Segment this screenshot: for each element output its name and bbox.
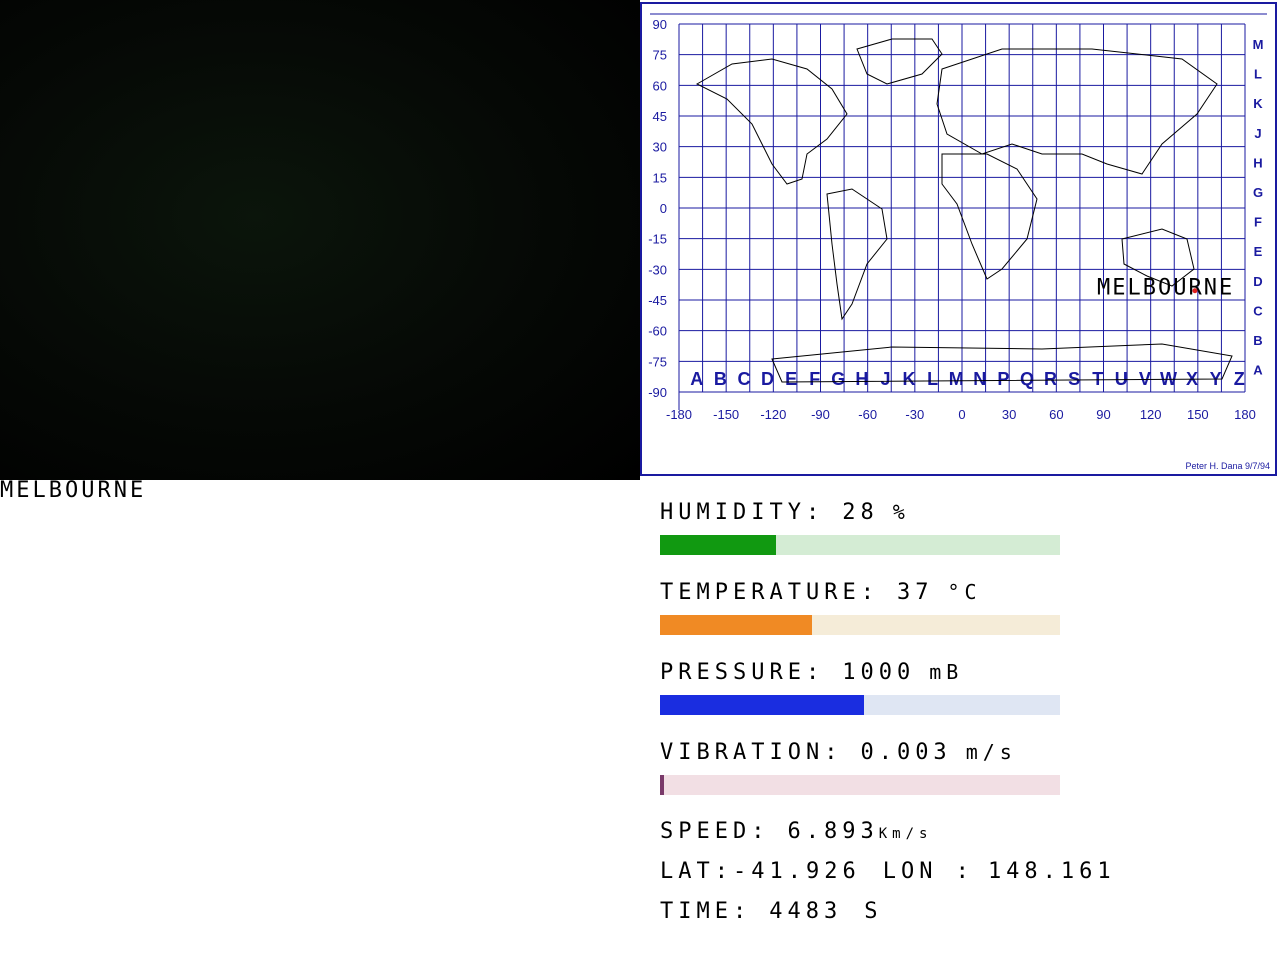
longitude-tick-label: 180: [1234, 407, 1256, 422]
latitude-tick-label: -15: [648, 232, 667, 247]
latitude-tick-label: -45: [648, 293, 667, 308]
row-letter-label: J: [1254, 126, 1261, 141]
marker-label: MELBOURNE: [1097, 276, 1234, 301]
time-unit: S: [864, 899, 883, 924]
pressure-value: 1000: [842, 660, 916, 685]
humidity-value: 28: [842, 500, 879, 525]
latitude-tick-label: -30: [648, 262, 667, 277]
column-letter-label: P: [997, 369, 1009, 389]
row-letter-label: K: [1253, 96, 1263, 111]
humidity-unit: %: [892, 500, 910, 524]
longitude-tick-label: -60: [858, 407, 877, 422]
longitude-tick-label: -120: [760, 407, 786, 422]
latitude-tick-label: 90: [653, 17, 667, 32]
column-letter-label: F: [809, 369, 820, 389]
speed-unit: Km/s: [878, 826, 933, 842]
longitude-tick-label: 120: [1140, 407, 1162, 422]
temperature-value: 37: [896, 580, 934, 605]
row-letter-label: M: [1253, 37, 1264, 52]
latitude-tick-label: -90: [648, 385, 667, 400]
longitude-tick-label: -90: [811, 407, 830, 422]
humidity-readout: HUMIDITY: 28%: [660, 500, 910, 525]
column-letter-label: A: [690, 369, 703, 389]
longitude-tick-label: 90: [1096, 407, 1110, 422]
row-letter-label: B: [1253, 333, 1262, 348]
column-letter-label: U: [1115, 369, 1128, 389]
latitude-tick-label: -60: [648, 324, 667, 339]
column-letter-label: R: [1044, 369, 1057, 389]
vibration-value: 0.003: [860, 740, 952, 765]
column-letter-label: C: [737, 369, 750, 389]
latitude-tick-label: 75: [653, 48, 667, 63]
vibration-unit: m/s: [965, 740, 1017, 764]
longitude-tick-label: -180: [666, 407, 692, 422]
row-letter-label: A: [1253, 363, 1263, 378]
column-letter-label: H: [855, 369, 868, 389]
latitude-tick-label: -75: [648, 354, 667, 369]
temperature-unit: °C: [947, 580, 982, 604]
coordinates-readout: LAT:-41.926 LON :148.161: [660, 859, 1116, 884]
column-letter-label: G: [831, 369, 845, 389]
column-letter-label: T: [1092, 369, 1103, 389]
continent-outline: [941, 153, 1038, 280]
camera-location-label: MELBOURNE: [0, 478, 147, 503]
column-letter-label: D: [761, 369, 774, 389]
longitude-tick-label: 150: [1187, 407, 1209, 422]
map-credit: Peter H. Dana 9/7/94: [1185, 461, 1270, 471]
world-grid-map: 9075604530150-15-30-45-60-75-90-180 -150-…: [648, 13, 1270, 471]
speed-readout: SPEED: 6.893Km/s: [660, 819, 933, 844]
world-map-panel: 90 75 60 45 30 15 0 -15 -30 -45 -60 -75 -90 -180 -150-…: [640, 2, 1277, 476]
row-letter-label: E: [1254, 244, 1263, 259]
column-letter-label: E: [785, 369, 797, 389]
temperature-bar: [660, 615, 1060, 635]
column-letter-label: K: [903, 369, 916, 389]
latitude-tick-label: 15: [653, 170, 667, 185]
longitude-tick-label: 30: [1002, 407, 1016, 422]
pressure-bar: [660, 695, 1060, 715]
latitude-tick-label: 60: [653, 78, 667, 93]
camera-view: [0, 0, 640, 480]
row-letter-label: C: [1253, 303, 1263, 318]
row-letter-label: L: [1254, 67, 1262, 82]
pressure-readout: PRESSURE: 1000 mB: [660, 660, 964, 685]
vibration-readout: VIBRATION: 0.003 m/s: [660, 740, 1017, 765]
row-letter-label: H: [1253, 155, 1262, 170]
longitude-tick-label: -30: [905, 407, 924, 422]
continent-outline: [695, 58, 848, 185]
column-letter-label: B: [714, 369, 727, 389]
speed-value: 6.893: [787, 819, 879, 844]
time-readout: TIME: 4483 S: [660, 899, 883, 924]
telemetry-panel: HUMIDITY: 28% TEMPERATURE: 37 °C PRESSURE: 1…: [660, 495, 1116, 935]
continent-outline: [856, 38, 943, 85]
humidity-bar: [660, 535, 1060, 555]
column-letter-label: Z: [1234, 369, 1245, 389]
latitude-tick-label: 45: [653, 109, 667, 124]
latitude-tick-label: 30: [653, 140, 667, 155]
column-letter-label: L: [927, 369, 938, 389]
row-letter-label: D: [1253, 274, 1262, 289]
longitude-value: 148.161: [987, 859, 1116, 884]
time-value: 4483: [769, 899, 843, 924]
longitude-tick-label: -150: [713, 407, 739, 422]
continent-outline: [936, 48, 1218, 175]
row-letter-label: F: [1254, 215, 1262, 230]
column-letter-label: Q: [1020, 369, 1034, 389]
column-letter-label: M: [949, 369, 964, 389]
column-letter-label: J: [880, 369, 890, 389]
longitude-tick-label: 60: [1049, 407, 1063, 422]
column-letter-label: N: [973, 369, 986, 389]
column-letter-label: S: [1068, 369, 1080, 389]
longitude-tick-label: 0: [958, 407, 965, 422]
temperature-readout: TEMPERATURE: 37 °C: [660, 580, 982, 605]
latitude-tick-label: 0: [660, 201, 667, 216]
row-letter-label: G: [1253, 185, 1263, 200]
vibration-bar: [660, 775, 1060, 795]
pressure-unit: mB: [929, 660, 964, 684]
latitude-value: -41.926: [732, 859, 861, 884]
